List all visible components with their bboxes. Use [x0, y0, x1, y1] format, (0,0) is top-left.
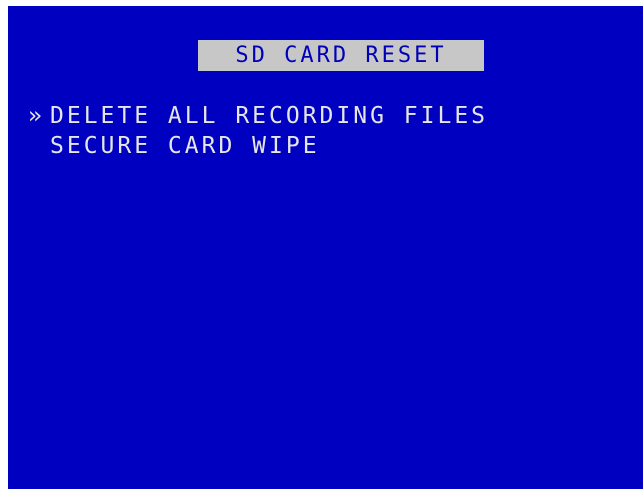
menu-list: » DELETE ALL RECORDING FILES SECURE CARD… — [28, 101, 488, 161]
menu-item-label: SECURE CARD WIPE — [50, 133, 320, 159]
title-bar: SD CARD RESET — [198, 40, 484, 71]
page-title: SD CARD RESET — [235, 43, 447, 68]
selection-cursor-icon: » — [28, 103, 45, 129]
menu-item-label: DELETE ALL RECORDING FILES — [50, 103, 489, 129]
menu-item-delete-all-recording-files[interactable]: » DELETE ALL RECORDING FILES — [28, 101, 488, 131]
menu-item-secure-card-wipe[interactable]: SECURE CARD WIPE — [28, 131, 488, 161]
osd-menu-screen: SD CARD RESET » DELETE ALL RECORDING FIL… — [8, 6, 643, 489]
